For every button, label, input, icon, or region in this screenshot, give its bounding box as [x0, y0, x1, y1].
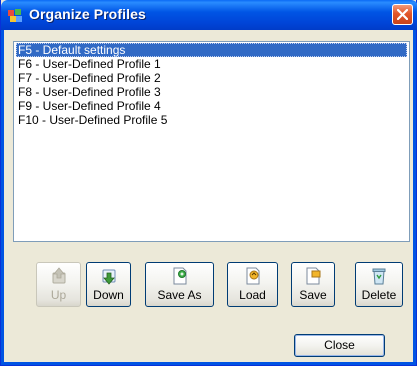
window-close-button[interactable] [392, 4, 413, 25]
profile-list-item[interactable]: F9 - User-Defined Profile 4 [16, 99, 407, 113]
organize-profiles-dialog: Organize Profiles F5 - Default settings … [0, 0, 417, 366]
profile-list-item[interactable]: F8 - User-Defined Profile 3 [16, 85, 407, 99]
app-icon [8, 8, 23, 22]
profile-list-item[interactable]: F10 - User-Defined Profile 5 [16, 113, 407, 127]
profile-list-item[interactable]: F7 - User-Defined Profile 2 [16, 71, 407, 85]
profile-list-item[interactable]: F5 - Default settings [16, 43, 407, 57]
profiles-listbox[interactable]: F5 - Default settings F6 - User-Defined … [13, 41, 410, 242]
load-icon [246, 267, 259, 285]
close-icon [397, 9, 408, 20]
save-as-button[interactable]: Save As [145, 262, 214, 307]
save-icon [306, 267, 321, 285]
save-button[interactable]: Save [291, 262, 335, 307]
load-button[interactable]: Load [227, 262, 278, 307]
profile-list-item[interactable]: F6 - User-Defined Profile 1 [16, 57, 407, 71]
close-button[interactable]: Close [294, 334, 385, 357]
move-up-icon [52, 267, 65, 284]
down-button[interactable]: Down [86, 262, 131, 307]
move-down-icon [102, 269, 115, 285]
up-button[interactable]: Up [36, 262, 81, 307]
delete-button[interactable]: Delete [355, 262, 403, 307]
title-bar: Organize Profiles [1, 0, 417, 30]
window-title: Organize Profiles [29, 6, 146, 22]
save-as-icon [173, 267, 186, 285]
recycle-bin-icon [372, 268, 386, 285]
